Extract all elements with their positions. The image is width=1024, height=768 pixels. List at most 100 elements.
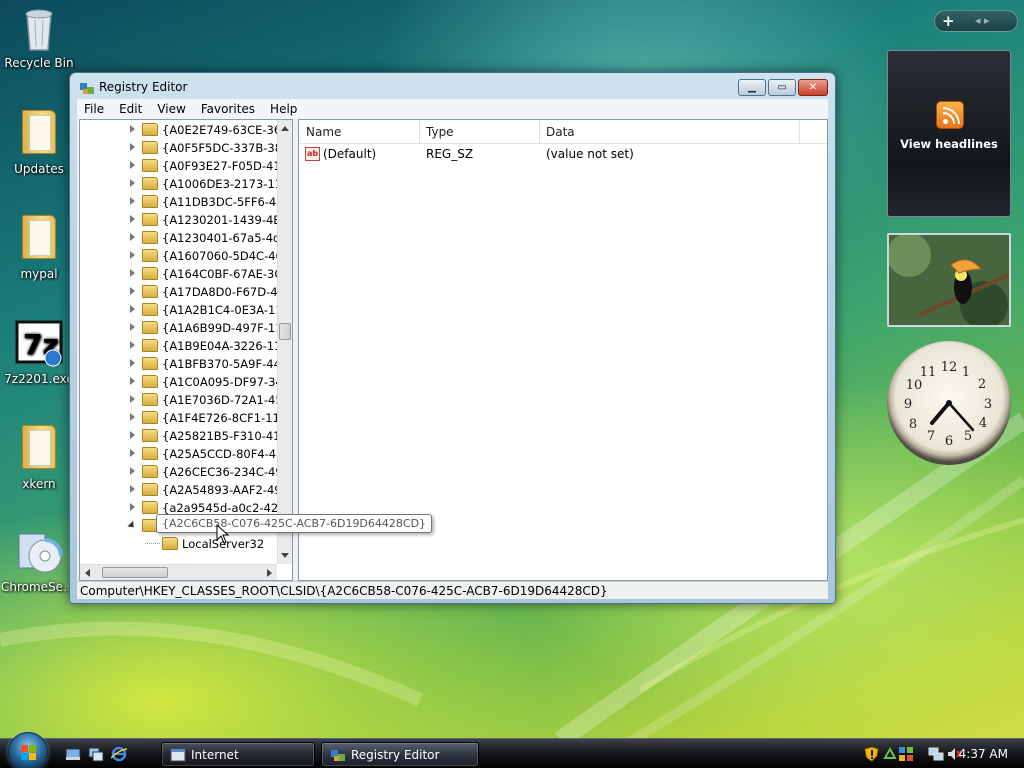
add-gadget-button[interactable]: + [942,12,955,30]
expand-arrow-icon[interactable] [130,341,135,349]
expand-arrow-icon[interactable] [130,215,135,223]
feed-gadget-label[interactable]: View headlines [888,137,1010,151]
feed-headlines-gadget[interactable]: View headlines [887,50,1011,217]
collapse-arrow-icon[interactable] [127,520,137,531]
tree-item[interactable]: {A1230401-67a5-4df6 [80,229,278,247]
expand-arrow-icon[interactable] [130,251,135,259]
expand-arrow-icon[interactable] [130,377,135,385]
column-header-name[interactable]: Name [306,125,341,139]
scroll-thumb[interactable] [279,323,291,340]
tree-item[interactable]: {A26CEC36-234C-495 [80,463,278,481]
value-row-default[interactable]: ab (Default) REG_SZ (value not set) [299,146,827,164]
tree-horizontal-scrollbar[interactable] [80,564,277,580]
start-button[interactable] [8,732,48,768]
desktop-icon-chromesetup[interactable]: ChromeSet... [1,528,77,594]
tree-item[interactable]: {A1006DE3-2173-11d2 [80,175,278,193]
tree-item[interactable]: {A25A5CCD-80F4-4E0 [80,445,278,463]
rss-feed-icon[interactable] [936,101,964,129]
show-desktop-icon[interactable] [65,746,81,762]
expand-arrow-icon[interactable] [130,485,135,493]
tree-item[interactable]: {A1607060-5D4C-467 [80,247,278,265]
expand-arrow-icon[interactable] [130,359,135,367]
expand-arrow-icon[interactable] [130,197,135,205]
internet-explorer-icon[interactable] [111,746,127,762]
column-header-type[interactable]: Type [426,125,454,139]
title-bar[interactable]: Registry Editor ▁ ▭ ✕ [70,73,835,101]
tree-item[interactable]: {A0E2E749-63CE-3651 [80,121,278,139]
tree-item-tooltip: {A2C6CB58-C076-425C-ACB7-6D19D64428CD} [156,514,433,533]
expand-arrow-icon[interactable] [130,323,135,331]
desktop-icon-xkern[interactable]: xkern [1,423,77,491]
tree-item[interactable]: {A1B9E04A-3226-11D [80,337,278,355]
tree-item[interactable]: {A164C0BF-67AE-3C7 [80,265,278,283]
scroll-down-icon[interactable] [281,553,289,558]
tree-item[interactable]: {A1C0A095-DF97-344 [80,373,278,391]
expand-arrow-icon[interactable] [130,395,135,403]
menu-favorites[interactable]: Favorites [194,102,263,116]
taskbar-button-internet[interactable]: Internet [161,742,315,767]
desktop-icon-mypal[interactable]: mypal [1,213,77,281]
column-divider[interactable] [539,120,540,143]
expand-arrow-icon[interactable] [130,179,135,187]
close-button[interactable]: ✕ [798,79,828,96]
tree-item[interactable]: {A0F5F5DC-337B-38D [80,139,278,157]
slideshow-gadget[interactable] [887,233,1011,327]
security-shield-icon[interactable] [864,746,880,762]
tree-item[interactable]: {A1F4E726-8CF1-11D [80,409,278,427]
close-icon: ✕ [808,82,818,93]
taskbar-button-registry-editor[interactable]: Registry Editor [321,742,479,767]
desktop-icon-7z2201[interactable]: 7z 7z2201.exe [1,320,77,386]
expand-arrow-icon[interactable] [130,143,135,151]
tree-item[interactable]: {A0F93E27-F05D-4153 [80,157,278,175]
expand-arrow-icon[interactable] [130,413,135,421]
expand-arrow-icon[interactable] [130,233,135,241]
switch-windows-icon[interactable] [88,746,104,762]
minimize-button[interactable]: ▁ [738,79,766,96]
network-computers-icon[interactable] [928,746,944,762]
menu-help[interactable]: Help [263,102,305,116]
expand-arrow-icon[interactable] [130,449,135,457]
clock-gadget[interactable]: 12 1 2 345 678 9 10 11 [887,341,1011,465]
expand-arrow-icon[interactable] [130,125,135,133]
folder-icon [142,321,158,334]
expand-arrow-icon[interactable] [130,305,135,313]
expand-arrow-icon[interactable] [130,431,135,439]
recycle-arrows-icon[interactable] [882,746,898,762]
column-header-data[interactable]: Data [546,125,575,139]
tree-item[interactable]: {A1A2B1C4-0E3A-11D [80,301,278,319]
menu-edit[interactable]: Edit [112,102,150,116]
maximize-button[interactable]: ▭ [768,79,796,96]
scroll-thumb[interactable] [102,567,168,578]
desktop-icon-updates[interactable]: Updates [1,108,77,176]
tree-item[interactable]: {A25821B5-F310-41BD [80,427,278,445]
gadget-nav-arrows[interactable]: ◂ ▸ [975,14,990,27]
scroll-left-icon[interactable] [85,569,90,577]
expand-arrow-icon[interactable] [130,161,135,169]
tree-vertical-scrollbar[interactable] [277,120,292,564]
tree-item[interactable]: {A2A54893-AAF2-49A [80,481,278,499]
expand-arrow-icon[interactable] [130,269,135,277]
tree-item-child[interactable]: LocalServer32 [80,535,278,553]
tree-item[interactable]: {A1230201-1439-4E62 [80,211,278,229]
desktop-icon-recycle-bin[interactable]: Recycle Bin [1,4,77,70]
network-status-icon[interactable] [898,746,914,762]
key-tree-pane[interactable]: {A0E2E749-63CE-3651 {A0F5F5DC-337B-38D {A0… [79,119,293,581]
menu-view[interactable]: View [150,102,193,116]
scroll-up-icon[interactable] [281,126,289,131]
value-list-pane[interactable]: Name Type Data ab (Default) REG_SZ (valu… [298,119,828,581]
scroll-right-icon[interactable] [267,569,272,577]
menu-file[interactable]: File [77,102,112,116]
taskbar-clock[interactable]: 4:37 AM [959,747,1008,761]
column-divider[interactable] [799,120,800,143]
column-divider[interactable] [419,120,420,143]
tree-item[interactable]: {A11DB3DC-5FF6-4a0 [80,193,278,211]
expand-arrow-icon[interactable] [130,287,135,295]
tree-item[interactable]: {A17DA8D0-F67D-474 [80,283,278,301]
tree-item[interactable]: {A1BFB370-5A9F-4429 [80,355,278,373]
tree-item-label: {A1BFB370-5A9F-4429 [162,357,278,371]
tree-item[interactable]: {A1A6B99D-497F-11D [80,319,278,337]
expand-arrow-icon[interactable] [130,467,135,475]
tree-item[interactable]: {A1E7036D-72A1-4529 [80,391,278,409]
svg-text:1: 1 [962,365,970,380]
expand-arrow-icon[interactable] [130,503,135,511]
